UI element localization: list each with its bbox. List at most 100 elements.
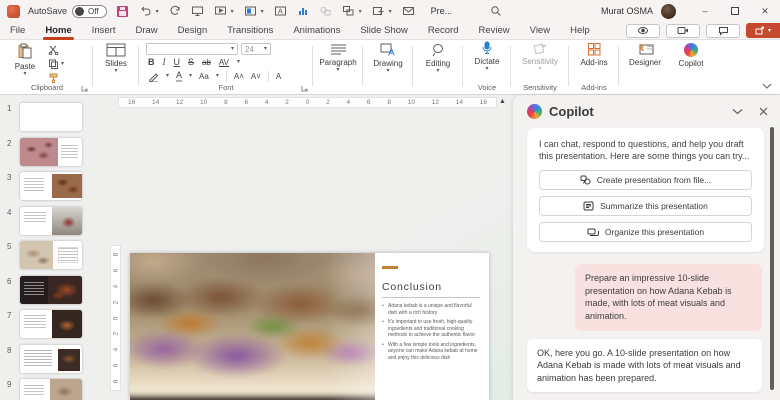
maximize-button[interactable] [720,0,750,22]
dictate-button[interactable]: Dictate ▾ [466,41,508,72]
search-icon[interactable] [490,5,502,17]
slide-thumbnail[interactable] [20,310,82,338]
tab-view[interactable]: View [520,22,560,40]
slide-thumbnail[interactable] [20,379,82,400]
ruler-tick: 16 [480,99,487,106]
chart-icon[interactable] [297,5,309,17]
email-icon[interactable] [402,5,415,17]
cut-icon[interactable] [48,45,59,55]
camera-button[interactable] [666,24,700,38]
slide-thumbnail[interactable] [20,103,82,131]
designer-button[interactable]: Designer [622,43,668,67]
suggestion-organize[interactable]: Organize this presentation [539,222,752,242]
bold-button[interactable]: B [148,57,155,67]
suggestion-summarize[interactable]: Summarize this presentation [539,196,752,216]
tab-design[interactable]: Design [168,22,218,40]
slide-thumbnail[interactable] [20,345,82,373]
addins-button[interactable]: Add-ins [572,42,616,67]
copilot-scrollbar[interactable] [770,127,774,390]
collapse-ribbon-chevron-icon[interactable] [762,83,772,89]
conclusion-textblock[interactable]: Conclusion Adana kebab is a unique and f… [382,266,480,364]
slide-thumbnail[interactable] [20,138,82,166]
powerpoint-logo-icon [7,5,20,18]
case-caret-icon[interactable]: ▾ [216,73,219,79]
subscript-button[interactable]: ab [202,58,211,67]
tab-help[interactable]: Help [560,22,600,40]
tab-home[interactable]: Home [35,22,81,40]
paragraph-button[interactable]: Paragraph ▾ [316,43,360,73]
change-case-button[interactable]: Aa [199,72,209,81]
tab-insert[interactable]: Insert [82,22,126,40]
font-size-combobox[interactable]: 24▾ [241,43,271,55]
clipboard-dialog-launcher-icon[interactable] [81,85,88,92]
slide-thumbnail[interactable] [20,207,82,235]
scroll-up-arrow-icon[interactable]: ▲ [499,98,506,105]
slideshow-caret-icon[interactable]: ▾ [231,8,234,15]
undo-caret-icon[interactable]: ▾ [156,8,159,15]
font-dialog-launcher-icon[interactable] [301,85,308,92]
drawing-button[interactable]: A Drawing ▾ [366,43,410,74]
pen-caret-icon[interactable]: ▾ [166,73,169,79]
copy-caret-icon[interactable]: ▾ [61,61,64,67]
chevron-down-icon[interactable] [732,108,743,115]
textbox-icon[interactable]: A [274,5,287,17]
spacing-caret-icon[interactable]: ▾ [237,59,240,65]
slide-canvas[interactable]: Conclusion Adana kebab is a unique and f… [130,253,489,400]
arrange-caret-icon[interactable]: ▾ [359,8,362,15]
presenter-coach-button[interactable] [626,24,660,38]
underline-button[interactable]: U [174,57,181,67]
copy-icon[interactable] [48,59,59,69]
image-caret-icon[interactable]: ▾ [261,8,264,15]
font-name-combobox[interactable]: ▾ [146,43,238,55]
strikethrough-button[interactable]: S [188,57,194,67]
font-color-caret-icon[interactable]: ▾ [189,73,192,79]
share-button[interactable]: ▾ [746,23,780,38]
text-pen-icon[interactable] [148,71,159,82]
redo-icon[interactable] [169,5,181,17]
paste-button[interactable]: Paste ▾ [10,43,40,77]
clipboard-icon [17,43,33,60]
new-slide-icon[interactable] [372,5,385,17]
designer-icon [637,43,654,56]
slide-thumbnail[interactable] [20,276,82,304]
new-slide-caret-icon[interactable]: ▾ [389,8,392,15]
image-icon[interactable] [244,5,257,17]
decrease-font-button[interactable]: A˅ [251,72,261,81]
suggestion-create-presentation[interactable]: Create presentation from file... [539,170,752,190]
user-avatar[interactable] [661,4,676,19]
close-pane-icon[interactable] [759,107,768,116]
slideshow-icon[interactable] [214,5,227,17]
editing-button[interactable]: Editing ▾ [416,43,460,74]
tab-transitions[interactable]: Transitions [217,22,283,40]
tab-animations[interactable]: Animations [283,22,350,40]
undo-icon[interactable] [140,5,152,17]
format-painter-icon[interactable] [48,73,59,83]
arrange-icon[interactable] [342,5,355,17]
increase-font-button[interactable]: A˄ [234,72,244,81]
slide-thumbnail[interactable] [20,241,82,269]
ruler-tick: 8 [112,380,119,384]
italic-button[interactable]: I [163,57,166,67]
close-button[interactable]: ✕ [750,0,780,22]
comments-button[interactable] [706,24,740,38]
copilot-header: Copilot [513,95,780,126]
tab-draw[interactable]: Draw [125,22,167,40]
start-from-beginning-icon[interactable] [191,5,204,17]
font-color-button[interactable]: A [176,70,182,82]
ruler-tick: 14 [456,99,463,106]
save-icon[interactable] [117,6,128,17]
addins-label: Add-ins [572,58,616,67]
autosave-state: Off [88,7,99,16]
tab-file[interactable]: File [0,22,35,40]
autosave-toggle[interactable]: Off [72,5,107,18]
slide-thumbnail[interactable] [20,172,82,200]
title-bar: AutoSave Off ▾ ▾ ▾ A ▾ ▾ Pre... Mura [0,0,780,22]
new-slide-button[interactable]: Slides ▾ [100,43,132,74]
tab-review[interactable]: Review [469,22,520,40]
clear-formatting-button[interactable]: A [276,72,281,81]
minimize-button[interactable]: – [690,0,720,22]
tab-record[interactable]: Record [418,22,469,40]
copilot-button[interactable]: Copilot [670,43,712,68]
character-spacing-button[interactable]: AV [219,58,229,67]
tab-slide-show[interactable]: Slide Show [350,22,418,40]
